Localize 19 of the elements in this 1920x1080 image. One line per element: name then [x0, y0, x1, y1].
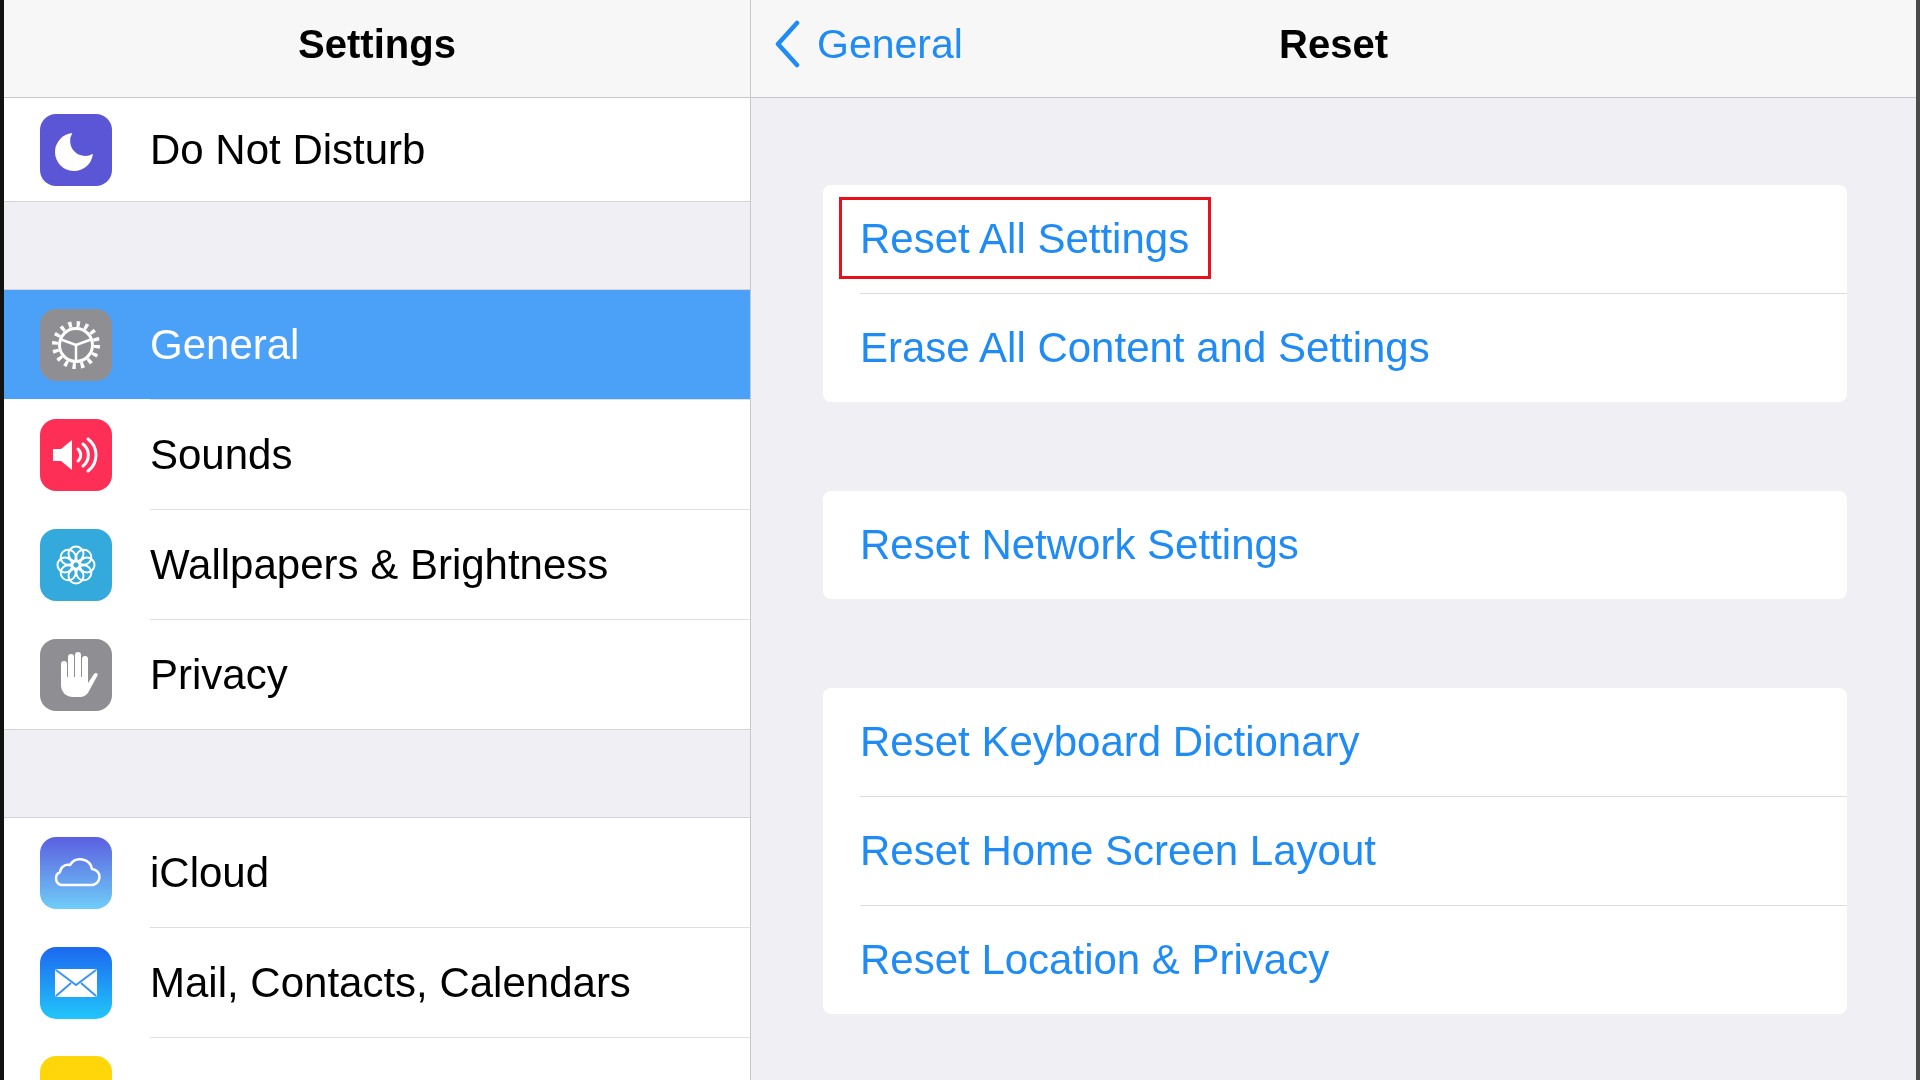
flower-icon: [40, 528, 112, 601]
hand-icon: [40, 638, 112, 711]
list-row[interactable]: Reset All Settings: [823, 185, 1847, 293]
list-row[interactable]: Reset Keyboard Dictionary: [823, 688, 1847, 796]
envelope-icon: [40, 946, 112, 1019]
list-row[interactable]: Reset Network Settings: [823, 491, 1847, 599]
back-button[interactable]: General: [773, 19, 963, 68]
cloud-icon: [40, 836, 112, 909]
list-row[interactable]: Erase All Content and Settings: [823, 294, 1847, 402]
chevron-icon: [773, 19, 801, 68]
sidebar-item[interactable]: General: [4, 290, 750, 399]
page-title: Reset: [1279, 20, 1388, 68]
list-row[interactable]: Reset Home Screen Layout: [823, 797, 1847, 905]
gear-icon: [40, 308, 112, 381]
moon-icon: [40, 113, 112, 186]
app-icon: [40, 1056, 112, 1080]
speaker-icon: [40, 418, 112, 491]
list-row[interactable]: Reset Location & Privacy: [823, 906, 1847, 1014]
sidebar-title: Settings: [298, 20, 456, 68]
